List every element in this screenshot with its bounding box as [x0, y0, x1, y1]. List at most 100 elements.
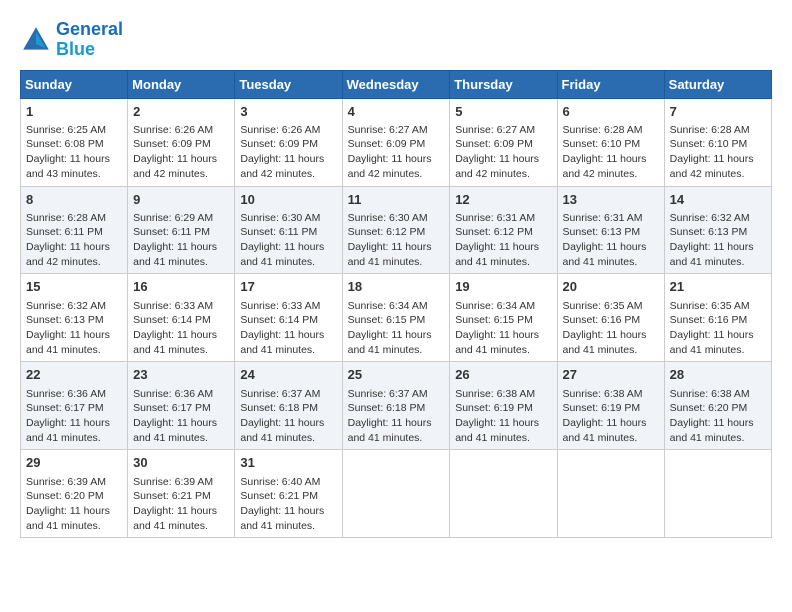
sunset: Sunset: 6:09 PM: [348, 138, 426, 150]
daylight-label: Daylight: 11 hours and 41 minutes.: [133, 241, 217, 268]
day-header-monday: Monday: [128, 70, 235, 98]
sunset: Sunset: 6:19 PM: [455, 402, 533, 414]
sunset: Sunset: 6:08 PM: [26, 138, 104, 150]
daylight-label: Daylight: 11 hours and 41 minutes.: [348, 329, 432, 356]
daylight-label: Daylight: 11 hours and 42 minutes.: [455, 153, 539, 180]
daylight-label: Daylight: 11 hours and 41 minutes.: [455, 241, 539, 268]
daylight-label: Daylight: 11 hours and 42 minutes.: [348, 153, 432, 180]
sunset: Sunset: 6:21 PM: [133, 490, 211, 502]
day-number: 14: [670, 191, 766, 209]
day-number: 6: [563, 103, 659, 121]
daylight-label: Daylight: 11 hours and 42 minutes.: [240, 153, 324, 180]
sunrise: Sunrise: 6:35 AM: [563, 300, 643, 312]
daylight-label: Daylight: 11 hours and 41 minutes.: [133, 329, 217, 356]
day-header-wednesday: Wednesday: [342, 70, 450, 98]
sunset: Sunset: 6:19 PM: [563, 402, 641, 414]
sunrise: Sunrise: 6:39 AM: [133, 476, 213, 488]
calendar-cell: 31Sunrise: 6:40 AMSunset: 6:21 PMDayligh…: [235, 450, 342, 538]
logo-text: General Blue: [56, 20, 123, 60]
calendar-cell: 10Sunrise: 6:30 AMSunset: 6:11 PMDayligh…: [235, 186, 342, 274]
sunset: Sunset: 6:15 PM: [455, 314, 533, 326]
week-row-4: 22Sunrise: 6:36 AMSunset: 6:17 PMDayligh…: [21, 362, 772, 450]
daylight-label: Daylight: 11 hours and 41 minutes.: [455, 417, 539, 444]
day-number: 17: [240, 278, 336, 296]
daylight-label: Daylight: 11 hours and 41 minutes.: [240, 417, 324, 444]
day-number: 23: [133, 366, 229, 384]
daylight-label: Daylight: 11 hours and 42 minutes.: [563, 153, 647, 180]
sunset: Sunset: 6:12 PM: [455, 226, 533, 238]
daylight-label: Daylight: 11 hours and 41 minutes.: [26, 417, 110, 444]
calendar-cell: 17Sunrise: 6:33 AMSunset: 6:14 PMDayligh…: [235, 274, 342, 362]
sunrise: Sunrise: 6:27 AM: [348, 124, 428, 136]
day-number: 16: [133, 278, 229, 296]
sunrise: Sunrise: 6:26 AM: [133, 124, 213, 136]
day-number: 31: [240, 454, 336, 472]
calendar-cell: 12Sunrise: 6:31 AMSunset: 6:12 PMDayligh…: [450, 186, 557, 274]
sunset: Sunset: 6:17 PM: [26, 402, 104, 414]
day-number: 27: [563, 366, 659, 384]
page-header: General Blue: [20, 20, 772, 60]
calendar-cell: 30 Sunrise: 6:39 AM Sunset: 6:21 PM Dayligh…: [128, 450, 235, 538]
daylight-label: Daylight: 11 hours and 42 minutes.: [26, 241, 110, 268]
calendar-cell: 2Sunrise: 6:26 AMSunset: 6:09 PMDaylight…: [128, 98, 235, 186]
sunrise: Sunrise: 6:29 AM: [133, 212, 213, 224]
day-header-saturday: Saturday: [664, 70, 771, 98]
daylight-label: Daylight: 11 hours and 42 minutes.: [670, 153, 754, 180]
day-number: 24: [240, 366, 336, 384]
sunset: Sunset: 6:14 PM: [133, 314, 211, 326]
sunset: Sunset: 6:20 PM: [670, 402, 748, 414]
sunset: Sunset: 6:13 PM: [563, 226, 641, 238]
sunrise: Sunrise: 6:33 AM: [133, 300, 213, 312]
day-number: 1: [26, 103, 122, 121]
sunset: Sunset: 6:16 PM: [563, 314, 641, 326]
day-number: 10: [240, 191, 336, 209]
sunset: Sunset: 6:16 PM: [670, 314, 748, 326]
sunrise: Sunrise: 6:32 AM: [26, 300, 106, 312]
daylight-label: Daylight: 11 hours and 41 minutes.: [133, 505, 217, 532]
sunset: Sunset: 6:09 PM: [240, 138, 318, 150]
sunrise: Sunrise: 6:40 AM: [240, 476, 320, 488]
sunset: Sunset: 6:13 PM: [26, 314, 104, 326]
logo-icon: [20, 24, 52, 56]
sunset: Sunset: 6:11 PM: [133, 226, 210, 238]
calendar-cell: 28Sunrise: 6:38 AMSunset: 6:20 PMDayligh…: [664, 362, 771, 450]
calendar-cell: 11Sunrise: 6:30 AMSunset: 6:12 PMDayligh…: [342, 186, 450, 274]
daylight-label: Daylight: 11 hours and 41 minutes.: [133, 417, 217, 444]
calendar-cell: 1Sunrise: 6:25 AMSunset: 6:08 PMDaylight…: [21, 98, 128, 186]
calendar-cell: 18Sunrise: 6:34 AMSunset: 6:15 PMDayligh…: [342, 274, 450, 362]
daylight-label: Daylight: 11 hours and 41 minutes.: [670, 241, 754, 268]
week-row-1: 1Sunrise: 6:25 AMSunset: 6:08 PMDaylight…: [21, 98, 772, 186]
sunset: Sunset: 6:11 PM: [240, 226, 317, 238]
sunrise: Sunrise: 6:33 AM: [240, 300, 320, 312]
daylight-label: Daylight: 11 hours and 41 minutes.: [563, 329, 647, 356]
calendar-cell: 5Sunrise: 6:27 AMSunset: 6:09 PMDaylight…: [450, 98, 557, 186]
sunrise: Sunrise: 6:30 AM: [240, 212, 320, 224]
sunset: Sunset: 6:20 PM: [26, 490, 104, 502]
sunset: Sunset: 6:09 PM: [133, 138, 211, 150]
calendar-cell: 20Sunrise: 6:35 AMSunset: 6:16 PMDayligh…: [557, 274, 664, 362]
calendar-cell: 29Sunrise: 6:39 AMSunset: 6:20 PMDayligh…: [21, 450, 128, 538]
sunset: Sunset: 6:18 PM: [240, 402, 318, 414]
week-row-5: 29Sunrise: 6:39 AMSunset: 6:20 PMDayligh…: [21, 450, 772, 538]
sunrise: Sunrise: 6:35 AM: [670, 300, 750, 312]
sunset: Sunset: 6:09 PM: [455, 138, 533, 150]
daylight-label: Daylight: 11 hours and 41 minutes.: [670, 417, 754, 444]
calendar-cell: 4Sunrise: 6:27 AMSunset: 6:09 PMDaylight…: [342, 98, 450, 186]
calendar-cell: [557, 450, 664, 538]
day-number: 15: [26, 278, 122, 296]
sunrise: Sunrise: 6:38 AM: [670, 388, 750, 400]
calendar-cell: [342, 450, 450, 538]
daylight-label: Daylight: 11 hours and 41 minutes.: [240, 505, 324, 532]
calendar-cell: 26Sunrise: 6:38 AMSunset: 6:19 PMDayligh…: [450, 362, 557, 450]
day-header-thursday: Thursday: [450, 70, 557, 98]
daylight-label: Daylight: 11 hours and 41 minutes.: [26, 329, 110, 356]
sunrise: Sunrise: 6:26 AM: [240, 124, 320, 136]
calendar-cell: 21Sunrise: 6:35 AMSunset: 6:16 PMDayligh…: [664, 274, 771, 362]
day-number: 19: [455, 278, 551, 296]
day-number: 11: [348, 191, 445, 209]
sunrise: Sunrise: 6:31 AM: [455, 212, 535, 224]
calendar-header-row: SundayMondayTuesdayWednesdayThursdayFrid…: [21, 70, 772, 98]
day-number: 25: [348, 366, 445, 384]
sunrise: Sunrise: 6:32 AM: [670, 212, 750, 224]
day-number: 30: [133, 454, 229, 472]
